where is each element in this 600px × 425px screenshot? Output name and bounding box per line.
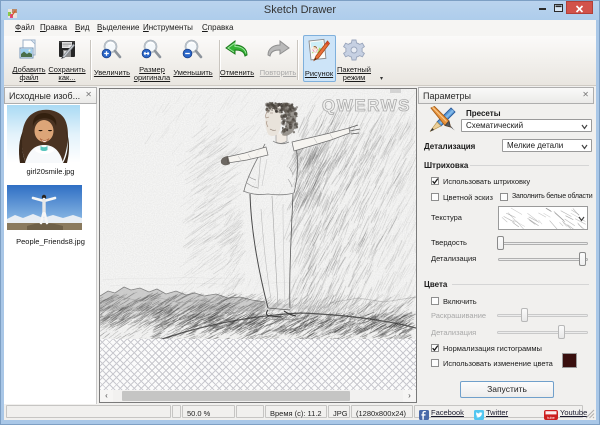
svg-text:QWERWS: QWERWS: [322, 96, 411, 115]
svg-text:tube: tube: [547, 416, 554, 420]
